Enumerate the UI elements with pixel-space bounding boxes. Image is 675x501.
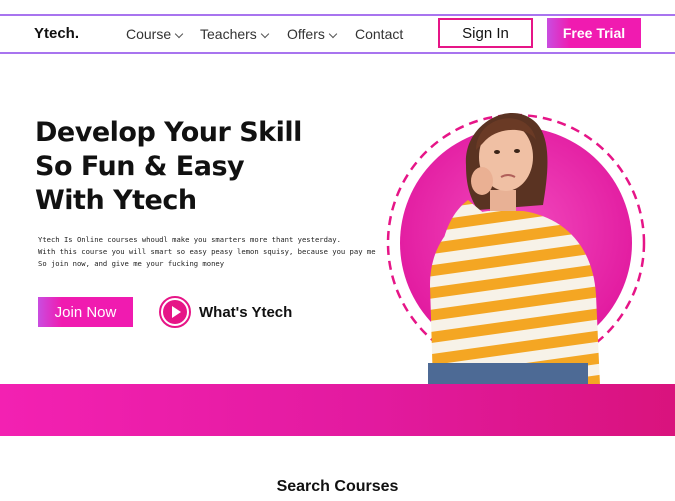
hero-title-line: Develop Your Skill [35, 117, 302, 148]
play-circle [163, 300, 187, 324]
pink-banner [0, 384, 675, 436]
chevron-down-icon [328, 29, 338, 38]
nav-item-course[interactable]: Course [126, 26, 184, 42]
whats-ytech-button[interactable]: What's Ytech [159, 296, 292, 328]
hero-description-line: Ytech Is Online courses whoudl make you … [38, 235, 341, 244]
nav-label: Contact [355, 26, 404, 42]
nav-label: Course [126, 26, 172, 42]
join-now-button[interactable]: Join Now [38, 297, 133, 327]
logo[interactable]: Ytech. [34, 25, 79, 42]
chevron-down-icon [260, 29, 270, 38]
hero-illustration [386, 112, 646, 385]
nav-item-teachers[interactable]: Teachers [200, 26, 270, 42]
nav-label: Offers [287, 26, 325, 42]
hero-title: Develop Your Skill So Fun & Easy With Yt… [35, 116, 302, 218]
hero-title-line: So Fun & Easy [35, 151, 245, 182]
nav-item-offers[interactable]: Offers [287, 26, 338, 42]
search-courses-heading: Search Courses [276, 478, 399, 495]
hero-description: Ytech Is Online courses whoudl make you … [38, 234, 376, 270]
eye [514, 149, 520, 153]
play-button[interactable] [159, 296, 191, 328]
top-navbar: Ytech. Course Teachers Offers Contact Si… [0, 14, 675, 54]
whats-ytech-label: What's Ytech [199, 303, 293, 321]
hero-title-line: With Ytech [35, 185, 197, 216]
hero-description-line: With this course you will smart so easy … [38, 247, 376, 256]
sign-in-button[interactable]: Sign In [438, 18, 533, 48]
chevron-down-icon [174, 29, 184, 38]
hero-description-line: So join now, and give me your fucking mo… [38, 259, 225, 268]
eye [494, 150, 500, 154]
jeans [428, 363, 588, 385]
nav-label: Teachers [200, 26, 257, 42]
free-trial-button[interactable]: Free Trial [547, 18, 641, 48]
hand [471, 167, 493, 195]
landing-page: Ytech. Course Teachers Offers Contact Si… [0, 0, 675, 501]
nav-item-contact[interactable]: Contact [355, 26, 403, 42]
play-icon [171, 306, 181, 318]
